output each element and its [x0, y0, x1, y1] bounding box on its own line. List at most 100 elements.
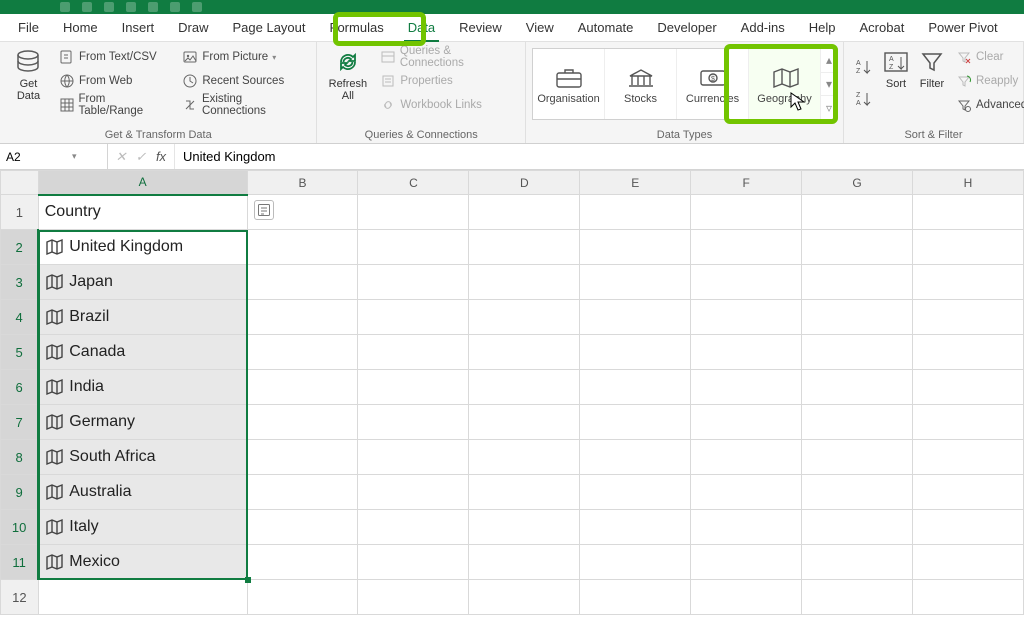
- from-table-range-button[interactable]: From Table/Range: [55, 94, 174, 116]
- cell-G10[interactable]: [802, 510, 913, 545]
- cell-H3[interactable]: [913, 265, 1024, 300]
- cell-G2[interactable]: [802, 230, 913, 265]
- cell-C12[interactable]: [358, 580, 469, 615]
- cell-G5[interactable]: [802, 335, 913, 370]
- cell-D5[interactable]: [469, 335, 580, 370]
- cell-E6[interactable]: [580, 370, 691, 405]
- cell-C1[interactable]: [358, 195, 469, 230]
- cell-F2[interactable]: [691, 230, 802, 265]
- data-type-geography[interactable]: Geography: [749, 49, 821, 119]
- gallery-expand[interactable]: ▿: [821, 96, 837, 119]
- cell-B3[interactable]: [247, 265, 358, 300]
- row-header-4[interactable]: 4: [1, 300, 39, 335]
- cell-A6[interactable]: India: [38, 370, 247, 405]
- data-type-stocks[interactable]: Stocks: [605, 49, 677, 119]
- refresh-all-button[interactable]: Refresh All: [323, 46, 372, 104]
- cell-A3[interactable]: Japan: [38, 265, 247, 300]
- cell-H2[interactable]: [913, 230, 1024, 265]
- row-header-12[interactable]: 12: [1, 580, 39, 615]
- cell-F1[interactable]: [691, 195, 802, 230]
- cell-E5[interactable]: [580, 335, 691, 370]
- row-header-1[interactable]: 1: [1, 195, 39, 230]
- cell-B7[interactable]: [247, 405, 358, 440]
- cell-D10[interactable]: [469, 510, 580, 545]
- recent-sources-button[interactable]: Recent Sources: [178, 70, 310, 92]
- cells-table[interactable]: A B C D E F G H 1Country2United Kingdom3…: [0, 170, 1024, 615]
- tab-help[interactable]: Help: [799, 15, 846, 41]
- cell-E10[interactable]: [580, 510, 691, 545]
- cell-A1[interactable]: Country: [38, 195, 247, 230]
- tab-data[interactable]: Data: [398, 15, 445, 41]
- tab-review[interactable]: Review: [449, 15, 512, 41]
- cell-C11[interactable]: [358, 545, 469, 580]
- cell-B8[interactable]: [247, 440, 358, 475]
- gallery-scroll-down[interactable]: ▾: [821, 73, 837, 97]
- tab-power-pivot[interactable]: Power Pivot: [918, 15, 1007, 41]
- tab-insert[interactable]: Insert: [112, 15, 165, 41]
- cell-F4[interactable]: [691, 300, 802, 335]
- cell-A4[interactable]: Brazil: [38, 300, 247, 335]
- cell-G8[interactable]: [802, 440, 913, 475]
- cell-E11[interactable]: [580, 545, 691, 580]
- row-header-8[interactable]: 8: [1, 440, 39, 475]
- cell-F9[interactable]: [691, 475, 802, 510]
- sort-asc-button[interactable]: AZ: [850, 52, 876, 82]
- cell-F7[interactable]: [691, 405, 802, 440]
- cell-A9[interactable]: Australia: [38, 475, 247, 510]
- cell-D6[interactable]: [469, 370, 580, 405]
- row-header-7[interactable]: 7: [1, 405, 39, 440]
- cell-E1[interactable]: [580, 195, 691, 230]
- col-header-G[interactable]: G: [802, 171, 913, 195]
- cell-F3[interactable]: [691, 265, 802, 300]
- sort-desc-button[interactable]: ZA: [850, 84, 876, 114]
- queries-connections-button[interactable]: Queries & Connections: [376, 46, 519, 68]
- cell-A5[interactable]: Canada: [38, 335, 247, 370]
- cell-E9[interactable]: [580, 475, 691, 510]
- cell-B9[interactable]: [247, 475, 358, 510]
- cell-F12[interactable]: [691, 580, 802, 615]
- name-box-input[interactable]: [6, 150, 66, 164]
- cell-B10[interactable]: [247, 510, 358, 545]
- row-header-9[interactable]: 9: [1, 475, 39, 510]
- cell-C4[interactable]: [358, 300, 469, 335]
- sort-button[interactable]: AZ Sort: [880, 46, 912, 92]
- from-web-button[interactable]: From Web: [55, 70, 174, 92]
- cell-F11[interactable]: [691, 545, 802, 580]
- cell-H4[interactable]: [913, 300, 1024, 335]
- cell-E2[interactable]: [580, 230, 691, 265]
- row-header-10[interactable]: 10: [1, 510, 39, 545]
- cell-A7[interactable]: Germany: [38, 405, 247, 440]
- cell-H7[interactable]: [913, 405, 1024, 440]
- row-header-11[interactable]: 11: [1, 545, 39, 580]
- tab-formulas[interactable]: Formulas: [320, 15, 394, 41]
- col-header-H[interactable]: H: [913, 171, 1024, 195]
- tab-draw[interactable]: Draw: [168, 15, 218, 41]
- col-header-E[interactable]: E: [580, 171, 691, 195]
- from-text-csv-button[interactable]: From Text/CSV: [55, 46, 174, 68]
- reapply-button[interactable]: Reapply: [952, 70, 1024, 92]
- formula-input[interactable]: [183, 149, 1016, 164]
- cell-H10[interactable]: [913, 510, 1024, 545]
- cell-H9[interactable]: [913, 475, 1024, 510]
- tab-developer[interactable]: Developer: [647, 15, 726, 41]
- cell-G12[interactable]: [802, 580, 913, 615]
- row-header-2[interactable]: 2: [1, 230, 39, 265]
- cell-G1[interactable]: [802, 195, 913, 230]
- col-header-A[interactable]: A: [38, 171, 247, 195]
- cell-D8[interactable]: [469, 440, 580, 475]
- cell-A10[interactable]: Italy: [38, 510, 247, 545]
- data-type-currencies[interactable]: $ Currencies: [677, 49, 749, 119]
- tab-addins[interactable]: Add-ins: [731, 15, 795, 41]
- cell-F8[interactable]: [691, 440, 802, 475]
- cell-D4[interactable]: [469, 300, 580, 335]
- cell-G9[interactable]: [802, 475, 913, 510]
- col-header-F[interactable]: F: [691, 171, 802, 195]
- cell-C3[interactable]: [358, 265, 469, 300]
- cell-H11[interactable]: [913, 545, 1024, 580]
- existing-connections-button[interactable]: Existing Connections: [178, 94, 310, 116]
- cell-C5[interactable]: [358, 335, 469, 370]
- tab-file[interactable]: File: [8, 15, 49, 41]
- cell-G6[interactable]: [802, 370, 913, 405]
- cell-C9[interactable]: [358, 475, 469, 510]
- cell-B11[interactable]: [247, 545, 358, 580]
